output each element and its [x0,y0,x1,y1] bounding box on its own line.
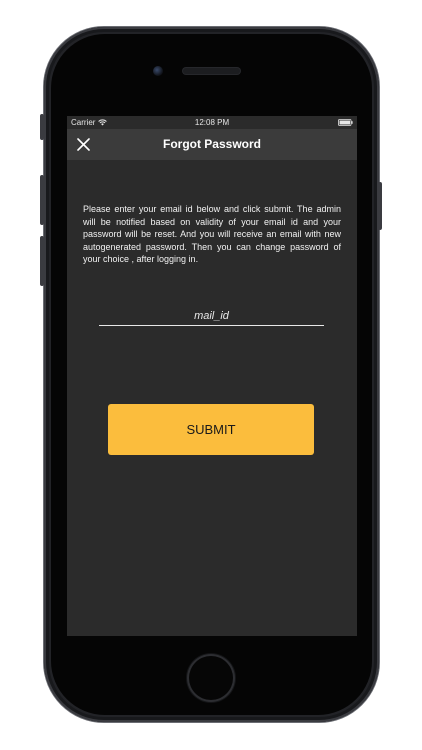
front-camera [153,66,163,76]
volume-down-button [40,236,44,286]
power-button [378,182,382,230]
status-time: 12:08 PM [194,118,230,127]
submit-button[interactable]: SUBMIT [108,404,314,455]
close-button[interactable] [73,134,93,154]
navigation-bar: Forgot Password [67,129,357,160]
instructions-text: Please enter your email id below and cli… [83,204,341,264]
email-field[interactable] [99,306,324,326]
volume-up-button [40,175,44,225]
page-title: Forgot Password [162,137,261,151]
mute-switch [40,114,44,140]
battery-icon [338,119,353,126]
close-icon [76,137,90,151]
status-bar: Carrier 12:08 PM [67,116,357,129]
earpiece-speaker [183,68,240,74]
app-screen: Carrier 12:08 PM Forgot Password Please … [67,116,357,636]
home-button [189,656,233,700]
